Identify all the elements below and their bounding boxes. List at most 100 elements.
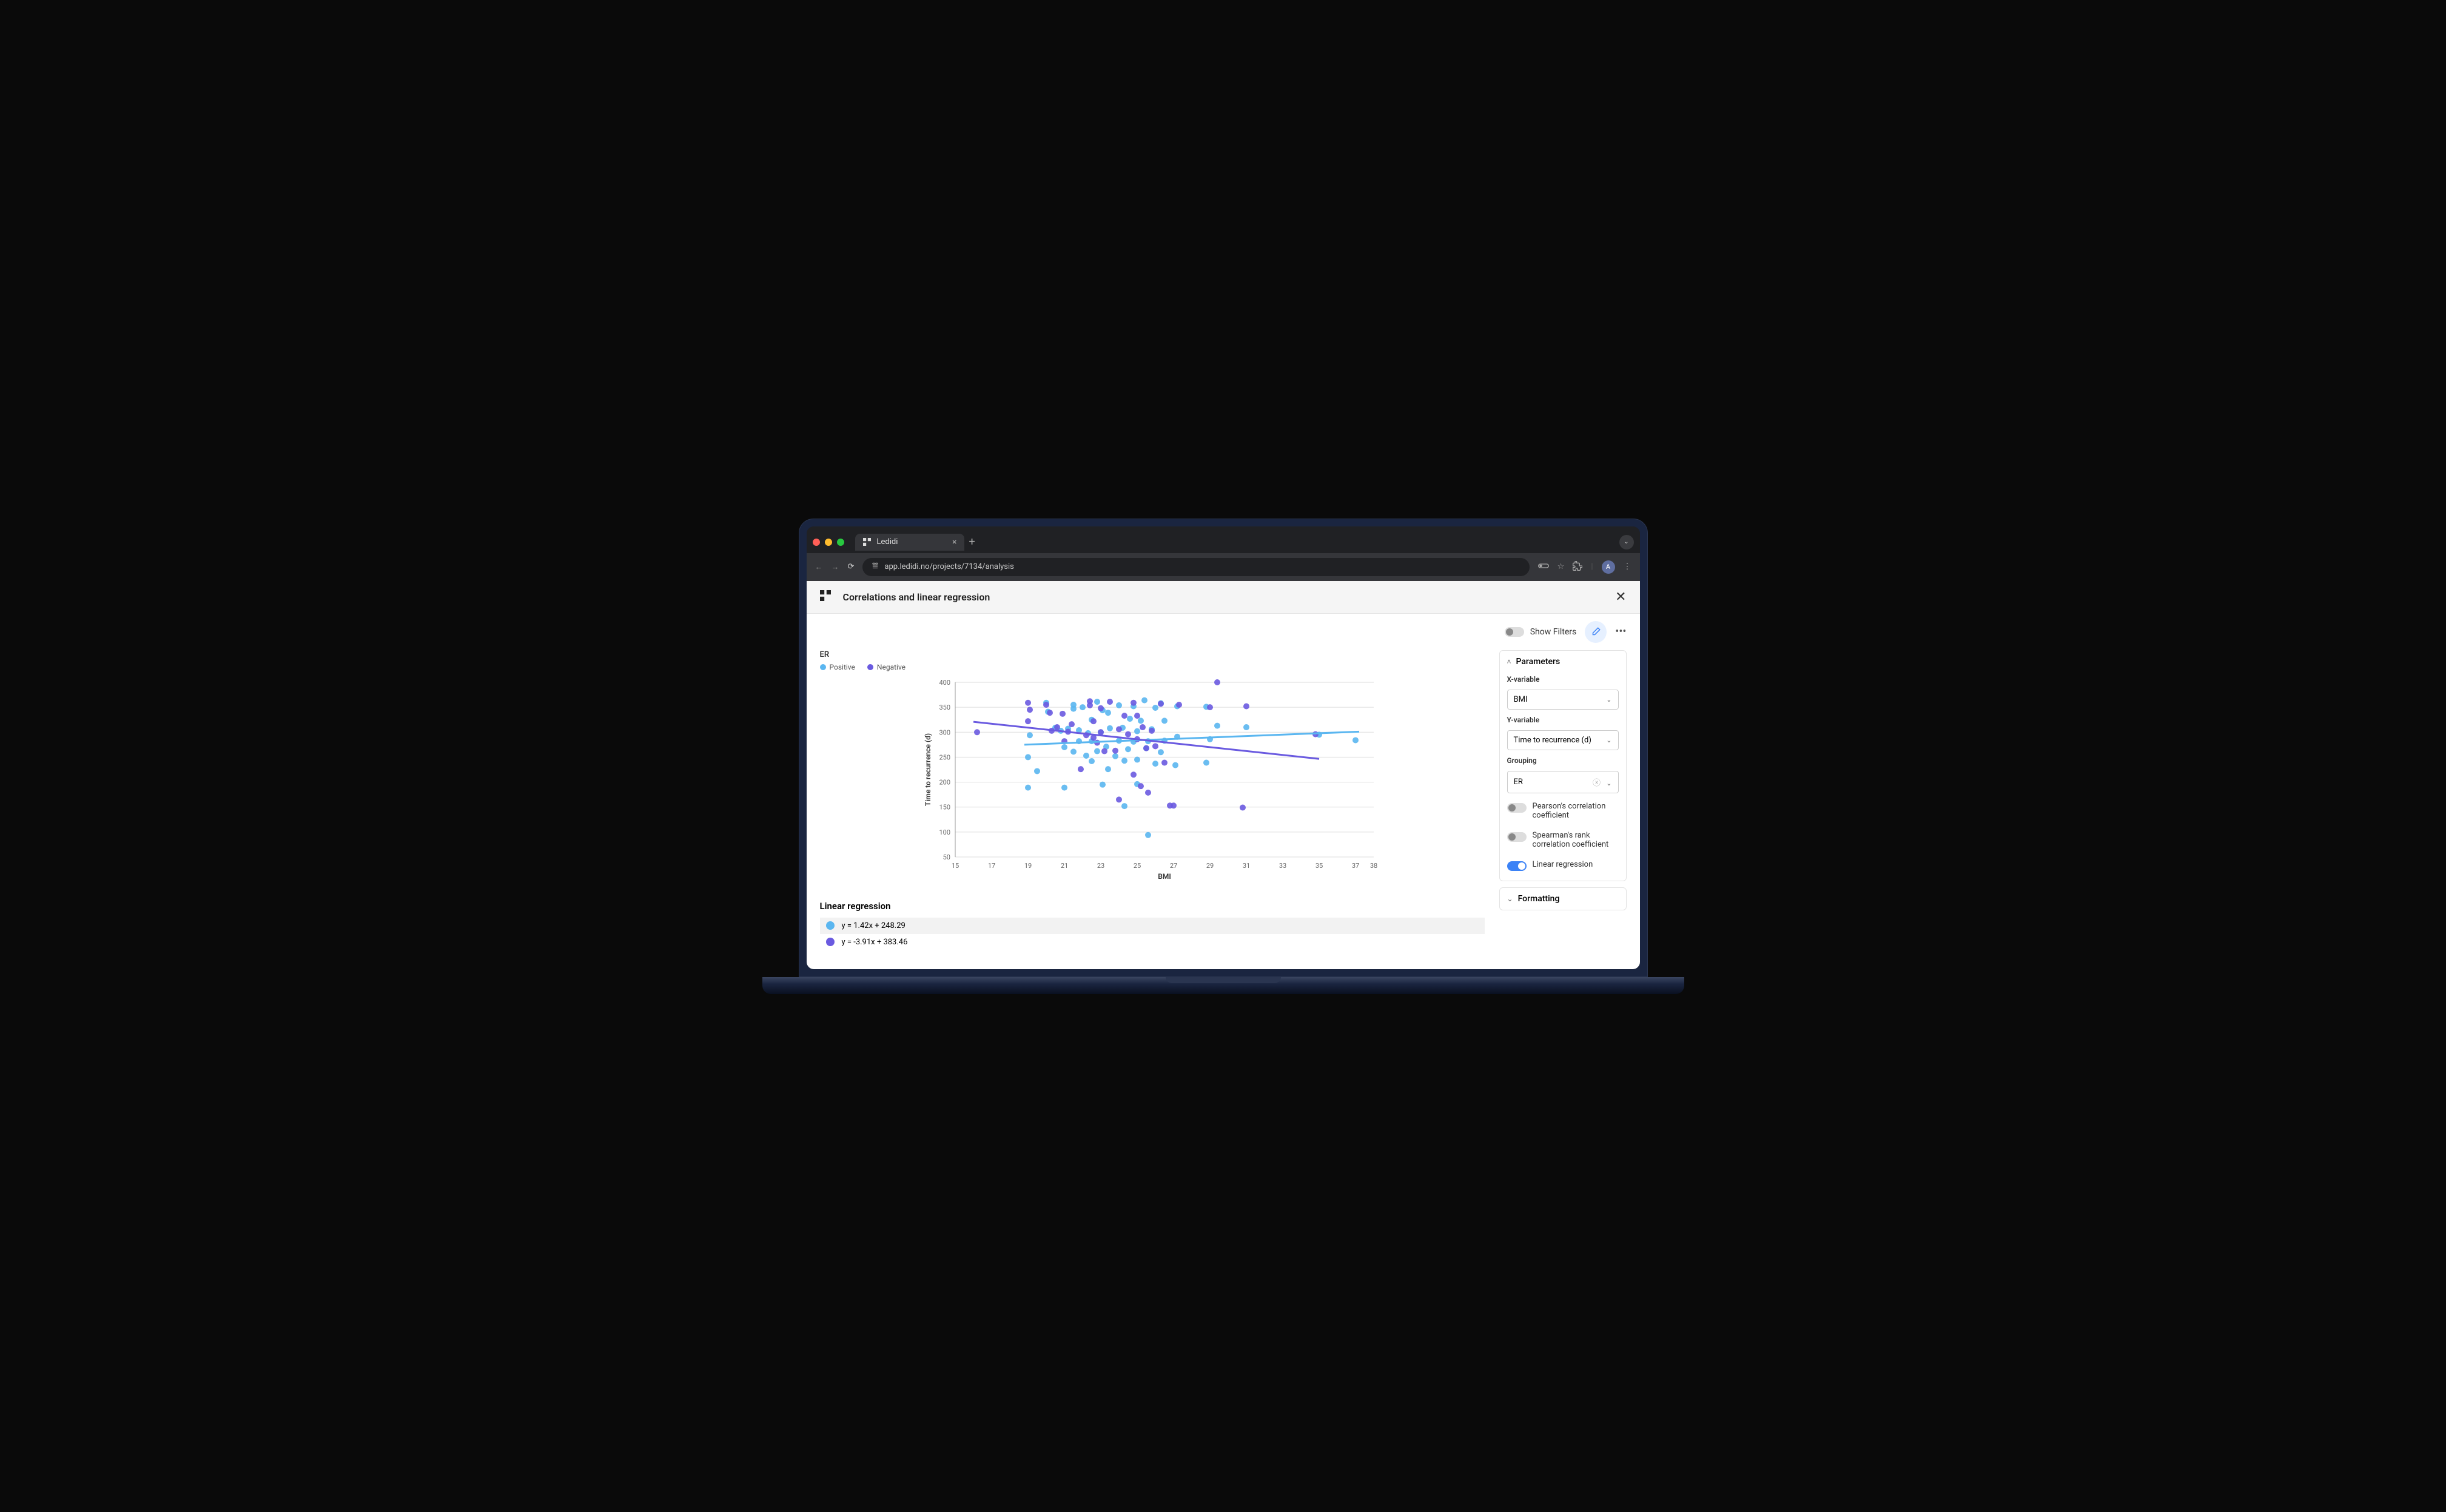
- regression-swatch: [826, 921, 835, 930]
- svg-text:31: 31: [1242, 862, 1249, 870]
- nav-forward-icon[interactable]: →: [832, 562, 839, 572]
- legend-label: Positive: [830, 663, 855, 671]
- new-tab-button[interactable]: +: [969, 536, 975, 548]
- svg-text:15: 15: [951, 862, 958, 870]
- toggle-switch[interactable]: [1507, 861, 1527, 871]
- app-header: Correlations and linear regression ✕: [807, 581, 1640, 614]
- svg-text:25: 25: [1133, 862, 1140, 870]
- toggle-switch[interactable]: [1507, 832, 1527, 842]
- regression-row-positive: y = 1.42x + 248.29: [820, 918, 1485, 934]
- svg-text:100: 100: [939, 828, 950, 836]
- linear-regression-option[interactable]: Linear regression: [1507, 858, 1619, 873]
- laptop-base: [762, 977, 1684, 994]
- window-close-dot[interactable]: [813, 539, 820, 546]
- y-variable-select[interactable]: Time to recurrence (d) ⌄: [1507, 730, 1619, 750]
- chevron-down-icon: ⌄: [1606, 779, 1611, 787]
- toggle-switch[interactable]: [1505, 627, 1524, 637]
- pearson-option[interactable]: Pearson's correlation coefficient: [1507, 799, 1619, 822]
- svg-text:300: 300: [939, 728, 950, 736]
- nav-back-icon[interactable]: ←: [815, 562, 823, 572]
- legend-swatch: [867, 664, 873, 670]
- chevron-up-icon: ˄: [1507, 657, 1511, 666]
- show-filters-toggle[interactable]: Show Filters: [1505, 627, 1577, 637]
- select-value: Time to recurrence (d): [1514, 736, 1591, 745]
- tab-title: Ledidi: [877, 537, 898, 546]
- browser-tab[interactable]: Ledidi ×: [855, 534, 964, 551]
- parameters-card: ˄ Parameters X-variable BMI ⌄ Y-variable: [1499, 650, 1627, 881]
- svg-text:250: 250: [939, 753, 950, 761]
- page-title: Correlations and linear regression: [843, 591, 990, 603]
- legend-swatch: [820, 664, 826, 670]
- x-variable-select[interactable]: BMI ⌄: [1507, 690, 1619, 710]
- bookmark-star-icon[interactable]: ☆: [1557, 562, 1565, 571]
- nav-reload-icon[interactable]: ⟳: [848, 562, 855, 571]
- legend-item-negative: Negative: [867, 663, 905, 671]
- svg-text:350: 350: [939, 704, 950, 711]
- svg-text:200: 200: [939, 778, 950, 786]
- tabs-dropdown-icon[interactable]: ⌄: [1619, 535, 1634, 549]
- edit-button[interactable]: [1585, 621, 1607, 643]
- option-label: Linear regression: [1533, 860, 1593, 869]
- browser-url-bar: ← → ⟳ app.ledidi.no/projects/7134/analys…: [807, 553, 1640, 581]
- formatting-header[interactable]: ⌄ Formatting: [1500, 888, 1626, 910]
- browser-tab-bar: Ledidi × + ⌄: [807, 526, 1640, 553]
- grouping-select[interactable]: ER ⓧ ⌄: [1507, 771, 1619, 793]
- svg-text:35: 35: [1315, 862, 1322, 870]
- side-panel: ˄ Parameters X-variable BMI ⌄ Y-variable: [1499, 650, 1627, 910]
- more-menu-icon[interactable]: •••: [1615, 625, 1626, 638]
- regression-section-title: Linear regression: [820, 901, 1485, 912]
- chart-svg: 5010015020025030035040015171921232527293…: [820, 676, 1485, 882]
- regression-equation: y = 1.42x + 248.29: [842, 921, 905, 930]
- profile-avatar[interactable]: A: [1602, 560, 1615, 574]
- url-input[interactable]: app.ledidi.no/projects/7134/analysis: [862, 558, 1529, 576]
- legend-label: Negative: [877, 663, 905, 671]
- svg-text:33: 33: [1278, 862, 1286, 870]
- chevron-down-icon: ⌄: [1507, 895, 1513, 903]
- laptop-screen-bezel: Ledidi × + ⌄ ← → ⟳ app.ledidi.no/project…: [799, 519, 1648, 977]
- laptop-notch: [1166, 977, 1281, 983]
- x-variable-label: X-variable: [1507, 675, 1619, 684]
- regression-swatch: [826, 938, 835, 946]
- svg-text:17: 17: [987, 862, 995, 870]
- main-content: ER Positive Negative: [807, 650, 1640, 964]
- option-label: Spearman's rank correlation coefficient: [1533, 831, 1619, 849]
- select-value: ER: [1514, 778, 1523, 787]
- spearman-option[interactable]: Spearman's rank correlation coefficient: [1507, 828, 1619, 852]
- show-filters-label: Show Filters: [1530, 627, 1577, 637]
- tab-close-icon[interactable]: ×: [952, 537, 956, 547]
- y-variable-label: Y-variable: [1507, 716, 1619, 724]
- svg-text:150: 150: [939, 803, 950, 811]
- grouping-label: Grouping: [1507, 756, 1619, 765]
- laptop-frame: Ledidi × + ⌄ ← → ⟳ app.ledidi.no/project…: [799, 519, 1648, 994]
- extensions-icon[interactable]: [1573, 561, 1582, 573]
- window-traffic-lights: [813, 539, 844, 546]
- svg-text:29: 29: [1206, 862, 1213, 870]
- clear-icon[interactable]: ⓧ: [1593, 779, 1601, 788]
- app-logo[interactable]: [820, 590, 831, 604]
- svg-text:400: 400: [939, 679, 950, 687]
- app-close-icon[interactable]: ✕: [1615, 590, 1626, 605]
- formatting-title: Formatting: [1518, 894, 1560, 904]
- scatter-chart: 5010015020025030035040015171921232527293…: [820, 676, 1485, 885]
- formatting-card: ⌄ Formatting: [1499, 887, 1627, 910]
- browser-actions: ☆ | A ⋮: [1538, 560, 1631, 574]
- svg-text:38: 38: [1369, 862, 1377, 870]
- svg-text:BMI: BMI: [1158, 872, 1171, 881]
- site-settings-icon[interactable]: [871, 562, 879, 573]
- window-maximize-dot[interactable]: [837, 539, 844, 546]
- vpn-icon[interactable]: [1538, 562, 1549, 573]
- divider: |: [1591, 562, 1593, 571]
- window-minimize-dot[interactable]: [825, 539, 832, 546]
- tab-favicon: [862, 537, 872, 547]
- chevron-down-icon: ⌄: [1606, 736, 1611, 744]
- parameters-header[interactable]: ˄ Parameters: [1500, 651, 1626, 673]
- svg-text:27: 27: [1169, 862, 1177, 870]
- parameters-body: X-variable BMI ⌄ Y-variable Time to recu…: [1500, 673, 1626, 881]
- toggle-switch[interactable]: [1507, 803, 1527, 813]
- svg-text:50: 50: [942, 853, 950, 861]
- browser-menu-icon[interactable]: ⋮: [1624, 562, 1631, 571]
- regression-row-negative: y = -3.91x + 383.46: [820, 934, 1485, 950]
- app-root: Correlations and linear regression ✕ Sho…: [807, 581, 1640, 969]
- option-label: Pearson's correlation coefficient: [1533, 802, 1619, 820]
- legend-group-title: ER: [820, 650, 1485, 659]
